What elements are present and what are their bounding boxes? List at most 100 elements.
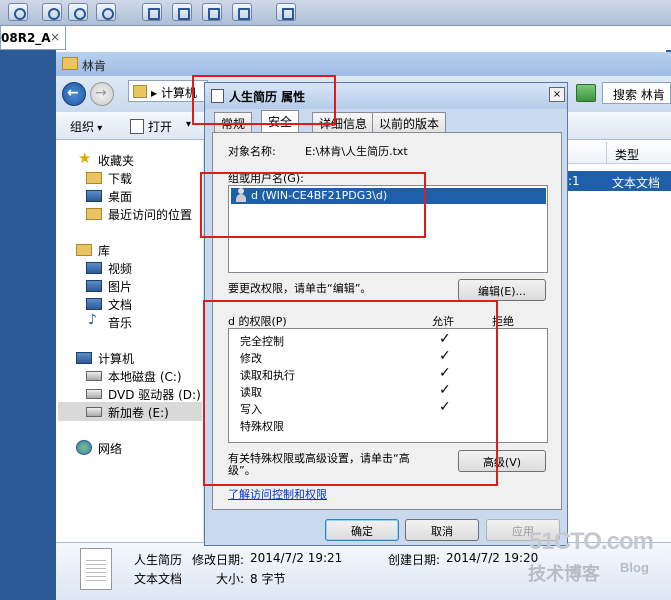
- nav-label: 文档: [108, 298, 133, 312]
- revert-icon[interactable]: [96, 3, 116, 21]
- tab-security[interactable]: 安全: [261, 110, 300, 133]
- nav-label: 图片: [108, 280, 133, 294]
- permission-write: 写入: [240, 403, 262, 416]
- details-modified-label: 修改日期:: [192, 553, 245, 567]
- checkmark-icon: ✓: [439, 399, 451, 415]
- list-item[interactable]: d (WIN-CE4BF21PDG3\d): [231, 188, 546, 204]
- tab-previous-versions[interactable]: 以前的版本: [372, 112, 447, 132]
- nav-label: 新加卷 (E:): [108, 406, 169, 420]
- object-name-value: E:\林肯\人生简历.txt: [305, 145, 408, 158]
- watermark-site: 51CTO.com: [529, 528, 654, 555]
- watermark-sub: 技术博客: [528, 564, 600, 585]
- nav-favorites[interactable]: ★ 收藏夹: [76, 149, 135, 169]
- checkmark-icon: ✓: [439, 382, 451, 398]
- nav-desktop[interactable]: 桌面: [86, 188, 132, 205]
- explorer-title: 林肯: [82, 59, 107, 73]
- table-row[interactable]: :1 文本文档: [566, 171, 671, 191]
- tab-bar: 常规 安全 详细信息 以前的版本: [212, 110, 562, 134]
- window-icon[interactable]: [172, 3, 192, 21]
- nav-dvd-drive[interactable]: DVD 驱动器 (D:): [86, 386, 201, 403]
- nav-label: 网络: [98, 442, 123, 456]
- star-icon: ★: [78, 149, 92, 167]
- nav-computer[interactable]: 计算机: [76, 350, 134, 367]
- chevron-down-icon[interactable]: ▾: [186, 119, 191, 130]
- checkmark-icon: ✓: [439, 331, 451, 347]
- dialog-title: 人生简历 属性: [229, 90, 306, 104]
- organize-button[interactable]: 组织: [70, 118, 102, 135]
- watermark-blog: Blog: [620, 560, 649, 575]
- music-icon: ♪: [88, 312, 97, 328]
- ok-button[interactable]: 确定: [325, 519, 399, 541]
- dvd-icon: [86, 389, 102, 399]
- nav-label: 下载: [108, 172, 133, 186]
- text-document-icon: [80, 548, 112, 590]
- nav-new-volume[interactable]: 新加卷 (E:): [86, 404, 169, 421]
- nav-music[interactable]: ♪ 音乐: [86, 312, 132, 331]
- nav-label: 库: [98, 244, 111, 258]
- recent-icon: [86, 208, 102, 220]
- explorer-titlebar: 林肯: [56, 52, 671, 76]
- learn-access-control-link[interactable]: 了解访问控制和权限: [228, 486, 327, 502]
- checkmark-icon: ✓: [439, 365, 451, 381]
- close-button[interactable]: ×: [549, 87, 565, 102]
- vm-sidebar: [0, 50, 56, 600]
- nav-label: 收藏夹: [98, 154, 135, 168]
- nav-label: 视频: [108, 262, 133, 276]
- drive-icon: [86, 407, 102, 417]
- refresh-icon[interactable]: [42, 3, 62, 21]
- nav-downloads[interactable]: 下载: [86, 170, 132, 187]
- nav-local-disk[interactable]: 本地磁盘 (C:): [86, 368, 182, 385]
- nav-label: 桌面: [108, 190, 133, 204]
- column-header[interactable]: [566, 142, 606, 164]
- close-icon[interactable]: ×: [50, 30, 60, 44]
- open-button[interactable]: 打开: [130, 118, 172, 135]
- details-created-value: 2014/7/2 19:20: [446, 551, 539, 565]
- tab-general[interactable]: 常规: [214, 112, 253, 132]
- advanced-button[interactable]: 高级(V): [458, 450, 546, 472]
- nav-documents[interactable]: 文档: [86, 296, 132, 313]
- network-icon: [76, 440, 92, 455]
- details-created-label: 创建日期:: [388, 553, 441, 567]
- address-bar[interactable]: ▸ 计算机: [128, 80, 208, 102]
- toolbar-icon[interactable]: [8, 3, 28, 21]
- folder-icon: [62, 57, 78, 70]
- dialog-titlebar: 人生简历 属性: [205, 83, 567, 109]
- nav-label: 计算机: [98, 352, 135, 366]
- fullscreen-icon[interactable]: [202, 3, 222, 21]
- column-header-type[interactable]: 类型: [606, 142, 671, 164]
- folder-icon: [86, 172, 102, 184]
- special-hint-cont: 级”。: [228, 464, 256, 477]
- permission-modify: 修改: [240, 352, 262, 365]
- details-size-label: 大小:: [216, 572, 245, 586]
- nav-label: DVD 驱动器 (D:): [108, 388, 201, 402]
- forward-button[interactable]: [90, 82, 114, 106]
- vm-toolbar: [0, 0, 671, 26]
- unity-icon[interactable]: [232, 3, 252, 21]
- edit-button[interactable]: 编辑(E)...: [458, 279, 546, 301]
- deny-header: 拒绝: [492, 315, 514, 328]
- nav-videos[interactable]: 视频: [86, 260, 132, 277]
- details-size-value: 8 字节: [250, 572, 286, 586]
- snapshot-icon[interactable]: [68, 3, 88, 21]
- document-icon: [86, 298, 102, 310]
- document-icon: [211, 89, 224, 103]
- change-hint: 要更改权限，请单击“编辑”。: [228, 282, 372, 295]
- back-button[interactable]: [62, 82, 86, 106]
- refresh-button[interactable]: [576, 84, 596, 102]
- cancel-button[interactable]: 取消: [405, 519, 479, 541]
- window-icon[interactable]: [142, 3, 162, 21]
- search-input[interactable]: 搜索 林肯: [602, 82, 671, 104]
- tab-details[interactable]: 详细信息: [312, 112, 375, 132]
- nav-network[interactable]: 网络: [76, 440, 122, 457]
- nav-pictures[interactable]: 图片: [86, 278, 132, 295]
- cell-date: :1: [568, 174, 580, 188]
- console-icon[interactable]: [276, 3, 296, 21]
- nav-label: 本地磁盘 (C:): [108, 370, 182, 384]
- details-filename: 人生简历: [134, 553, 183, 567]
- cell-type: 文本文档: [612, 176, 661, 190]
- nav-recent[interactable]: 最近访问的位置: [86, 206, 192, 223]
- nav-libraries[interactable]: 库: [76, 242, 110, 259]
- vm-tab[interactable]: 08R2_A ×: [0, 26, 66, 50]
- nav-label: 最近访问的位置: [108, 208, 193, 222]
- picture-icon: [86, 280, 102, 292]
